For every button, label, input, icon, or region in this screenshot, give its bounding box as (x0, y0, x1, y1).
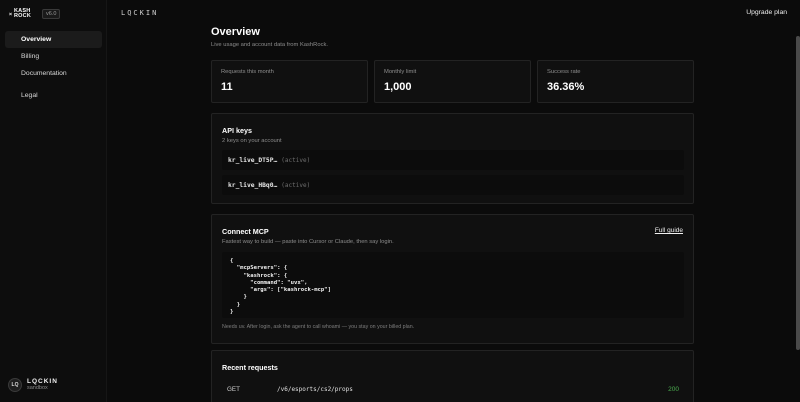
sidebar-item-overview[interactable]: Overview (5, 31, 102, 48)
api-key-row[interactable]: kr_live_DT5P… (active) (222, 150, 684, 170)
card-subtitle: 2 keys on your account (222, 138, 282, 144)
stat-value: 1,000 (384, 81, 412, 93)
stat-label: Requests this month (221, 69, 274, 75)
card-title: Recent requests (222, 363, 278, 372)
brand-logo[interactable]: KASH ROCK (9, 8, 31, 20)
api-key-row[interactable]: kr_live_HBq0… (active) (222, 175, 684, 195)
main-content: Overview Live usage and account data fro… (211, 26, 694, 402)
api-keys-card: API keys 2 keys on your account kr_live_… (211, 113, 694, 204)
mcp-config-code[interactable]: { "mcpServers": { "kashrock": { "command… (222, 252, 684, 318)
full-guide-link[interactable]: Full guide (655, 227, 683, 234)
version-badge: v6.0 (42, 9, 61, 19)
user-name: LQCKIN (27, 378, 58, 385)
workspace-logo: LQCKIN (121, 9, 159, 17)
stat-value: 36.36% (547, 81, 585, 93)
page-title: Overview (211, 26, 260, 38)
brand-icon: KASH ROCK (9, 8, 31, 20)
table-row[interactable]: GET /v6/esports/cs2/props 200 (222, 382, 684, 396)
recent-requests-card: Recent requests GET /v6/esports/cs2/prop… (211, 350, 694, 402)
sidebar-item-legal[interactable]: Legal (5, 87, 102, 104)
request-method: GET (227, 385, 240, 393)
card-title: Connect MCP (222, 227, 269, 236)
request-status: 200 (668, 385, 679, 393)
api-key-id: kr_live_HBq0… (228, 181, 278, 189)
api-key-id: kr_live_DT5P… (228, 156, 278, 164)
connect-mcp-card: Connect MCP Full guide Fastest way to bu… (211, 214, 694, 344)
card-title: API keys (222, 126, 252, 135)
upgrade-plan-link[interactable]: Upgrade plan (746, 9, 787, 16)
sidebar-nav: Overview Billing Documentation Legal (5, 31, 102, 104)
stats-row: Requests this month 11 Monthly limit 1,0… (211, 60, 694, 103)
sidebar-item-billing[interactable]: Billing (5, 48, 102, 65)
brand-word-bottom: ROCK (14, 13, 31, 19)
stat-label: Monthly limit (384, 69, 417, 75)
stat-card-limit: Monthly limit 1,000 (374, 60, 531, 103)
api-key-status: (active) (281, 156, 311, 164)
top-bar: LQCKIN Upgrade plan (107, 0, 800, 26)
stat-card-success-rate: Success rate 36.36% (537, 60, 694, 103)
stat-label: Success rate (547, 69, 581, 75)
mcp-note: Needs uv. After login, ask the agent to … (222, 324, 415, 330)
stat-card-requests: Requests this month 11 (211, 60, 368, 103)
sidebar: KASH ROCK v6.0 Overview Billing Document… (0, 0, 107, 402)
user-profile[interactable]: LQ LQCKIN sandbox (8, 378, 58, 392)
card-subtitle: Fastest way to build — paste into Cursor… (222, 239, 394, 245)
user-environment: sandbox (27, 385, 48, 391)
request-path: /v6/esports/cs2/props (277, 385, 353, 393)
scrollbar[interactable] (796, 36, 800, 350)
api-key-status: (active) (281, 181, 311, 189)
code-text: { "mcpServers": { "kashrock": { "command… (230, 258, 332, 316)
sidebar-item-documentation[interactable]: Documentation (5, 65, 102, 82)
avatar: LQ (8, 378, 22, 392)
stat-value: 11 (221, 81, 233, 93)
page-subtitle: Live usage and account data from KashRoc… (211, 42, 328, 48)
